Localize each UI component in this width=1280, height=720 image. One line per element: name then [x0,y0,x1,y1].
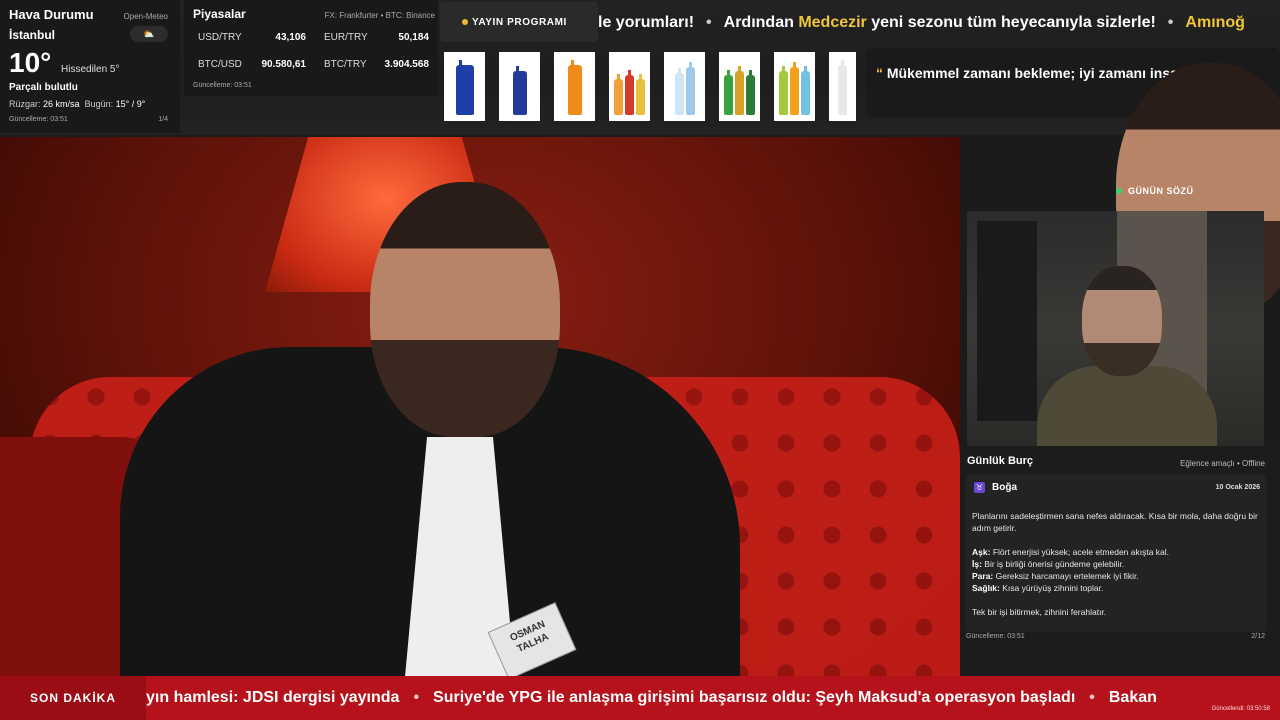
horoscope-updated: Güncelleme: 03:51 [966,633,1025,640]
market-row: USD/TRY 43,106 [198,32,306,43]
breaking-label: SON DAKİKA [0,676,146,720]
market-value: 90.580,61 [261,59,307,70]
webcam-shelf [977,221,1037,421]
ticker-separator: • [1167,14,1174,31]
market-key: USD/TRY [198,32,242,43]
product-strip [444,52,858,121]
market-key: BTC/TRY [324,59,367,70]
product-image [499,52,540,121]
wind-label: Rüzgar: [9,99,41,109]
horoscope-card: ♉ Boğa 10 Ocak 2026 Planlarını sadeleşti… [966,474,1266,632]
horoscope-date: 10 Ocak 2026 [1215,484,1260,491]
breaking-item: Bakan [1108,689,1157,706]
quote-of-the-day: GÜNÜN SÖZÜ “ Mükemmel zamanı bekleme; iy… [866,48,1280,318]
live-dot-icon [1116,187,1122,194]
line-value: Flört enerjisi yüksek; acele etmeden akı… [992,547,1170,557]
ticker-separator: • [706,14,712,31]
breaking-updated: Güncellendi: 03:50:58 [1211,706,1270,712]
product-image [829,52,856,121]
market-row: BTC/TRY 3.904.568 [324,59,429,70]
weather-temperature: 10° [9,47,52,78]
weather-feels-like: Hissedilen 5° [61,64,120,75]
line-value: Kısa yürüyüş zihnini toplar. [1002,583,1104,593]
weather-page: 1/4 [158,116,168,123]
weather-condition: Parçalı bulutlu [9,82,78,93]
market-row: EUR/TRY 50,184 [324,32,429,43]
horoscope-outro: Tek bir işi bitirmek, zihnini ferahlatır… [972,607,1107,617]
markets-updated: Güncelleme: 03:51 [193,82,252,89]
quote-body: Mükemmel zamanı bekleme; iyi zamanı inşa… [886,65,1199,81]
market-value: 43,106 [275,32,306,43]
today-label: Bugün: [84,99,114,109]
market-value: 50,184 [398,32,429,43]
product-image [719,52,760,121]
weather-widget: Hava Durumu Open-Meteo İstanbul ⛅ 10° Hi… [0,0,180,133]
markets-source: FX: Frankfurter • BTC: Binance [324,11,435,20]
ticker-highlight: Amınoğ [1185,14,1245,31]
weather-wind: Rüzgar: 26 km/sa Bugün: 15° / 9° [9,99,145,109]
top-bar: Hava Durumu Open-Meteo İstanbul ⛅ 10° Hi… [0,0,1280,318]
horoscope-sign: ♉ Boğa [974,482,1017,493]
horoscope-page: 2/12 [1251,633,1265,640]
breaking-item: Suriye'de YPG ile anlaşma girişimi başar… [433,689,1076,706]
schedule-label: YAYIN PROGRAMI [472,16,567,28]
guest-figure [120,167,740,676]
product-image [774,52,815,121]
horoscope-tag: Eğlence amaçlı • Offline [1180,459,1265,468]
streamer-body [1037,366,1217,446]
weather-source: Open-Meteo [123,12,168,21]
line-key: İş: [972,559,982,569]
horoscope-line: Sağlık: Kısa yürüyüş zihnini toplar. [972,582,1262,594]
weather-updated: Güncelleme: 03:51 [9,116,68,123]
line-key: Aşk: [972,547,991,557]
guest-head [370,182,560,437]
market-key: BTC/USD [198,59,242,70]
quote-title: GÜNÜN SÖZÜ [1128,185,1194,196]
breaking-news-bar: SON DAKİKA yın hamlesi: JDSI dergisi yay… [0,676,1280,720]
market-value: 3.904.568 [384,59,430,70]
today-value: 15° / 9° [115,99,146,109]
horoscope-intro: Planlarını sadeleştirmen sana nefes aldı… [972,511,1258,533]
main-video [0,137,960,676]
product-image [609,52,650,121]
schedule-button[interactable]: YAYIN PROGRAMI [440,2,598,42]
ticker-separator: • [413,689,420,706]
product-image [664,52,705,121]
wind-value: 26 km/sa [43,99,80,109]
market-row: BTC/USD 90.580,61 [198,59,306,70]
schedule-dot-icon [462,19,468,25]
top-ticker: le yorumları! • Ardından Medcezir yeni sez… [598,0,1280,45]
ticker-item: yeni sezonu tüm heyecanıyla sizlerle! [871,14,1156,31]
breaking-item: yın hamlesi: JDSI dergisi yayında [146,689,400,706]
taurus-icon: ♉ [974,482,985,493]
market-key: EUR/TRY [324,32,368,43]
line-value: Gereksiz harcamayı ertelemek iyi fikir. [995,571,1139,581]
line-key: Para: [972,571,994,581]
product-image [554,52,595,121]
horoscope-line: Para: Gereksiz harcamayı ertelemek iyi f… [972,570,1262,582]
horoscope-line: İş: Bir iş birliği önerisi gündeme geleb… [972,558,1262,570]
partly-cloudy-icon: ⛅ [130,26,168,42]
horoscope-widget: Günlük Burç Eğlence amaçlı • Offline ♉ B… [960,446,1280,676]
markets-widget: Piyasalar FX: Frankfurter • BTC: Binance… [184,0,438,96]
product-image [444,52,485,121]
line-value: Bir iş birliği önerisi gündeme gelebilir… [984,559,1125,569]
webcam-feed [967,211,1264,446]
horoscope-line: Aşk: Flört enerjisi yüksek; acele etmede… [972,546,1262,558]
horoscope-body: Planlarını sadeleştirmen sana nefes aldı… [972,510,1262,630]
ticker-item: Ardından [723,14,794,31]
ticker-highlight: Medcezir [798,14,867,31]
breaking-ticker: yın hamlesi: JDSI dergisi yayında • Suriye… [146,676,1280,720]
open-quote-icon: “ [876,65,883,81]
ticker-item: le yorumları! [598,14,695,31]
sign-name: Boğa [992,482,1017,493]
ticker-separator: • [1089,689,1095,706]
streamer-face [1082,266,1162,376]
line-key: Sağlık: [972,583,1000,593]
